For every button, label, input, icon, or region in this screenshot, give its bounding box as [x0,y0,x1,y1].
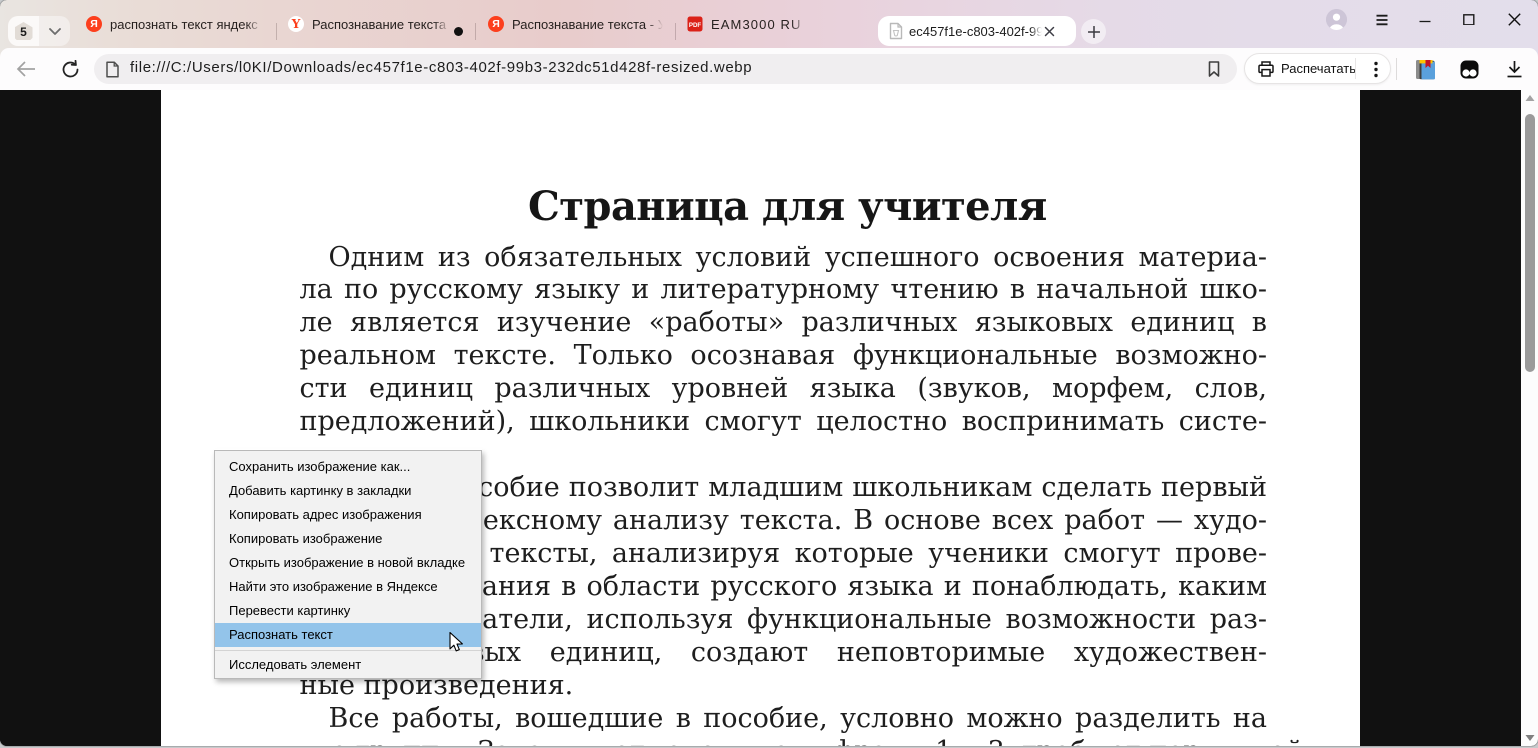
browser-window: 5 Я распознать текст яндекс - Y Распозна… [0,0,1538,746]
mask-icon [1460,60,1479,79]
bookmark-icon[interactable] [1205,60,1223,78]
browser-menu-button[interactable] [1376,13,1388,25]
print-button[interactable]: Распечатать [1244,53,1391,84]
context-menu-separator [215,650,481,651]
printer-icon [1258,61,1274,77]
yandex-letter: Я [90,18,98,30]
tab-3[interactable]: Я Распознавание текста - У [488,0,663,48]
active-tab[interactable]: ec457f1e-c803-402f-99 [878,16,1076,46]
maximize-icon [1463,13,1475,25]
back-arrow-icon [16,61,36,77]
tab-list-dropdown[interactable] [39,16,70,46]
tab-label: Распознавание текста [312,17,450,32]
context-menu-item[interactable]: Сохранить изображение как... [215,455,481,479]
print-divider [1355,58,1356,79]
user-avatar[interactable] [1326,9,1347,30]
minimize-button[interactable] [1408,0,1442,38]
url-text[interactable]: file:///C:/Users/l0KI/Downloads/ec457f1e… [130,59,752,76]
scan-text-line: Одним из обязательных условий успешного … [300,242,1268,275]
tab-label: распознать текст яндекс - [110,17,262,32]
tab-label: EAM3000 RU [711,17,807,32]
tab-divider [276,23,277,40]
context-menu-item[interactable]: Найти это изображение в Яндексе [215,575,481,599]
scan-text-line: ла по русскому языку и литературному чте… [300,274,1268,307]
person-icon [1326,9,1347,30]
scan-text-line: две группы. Задания, отмеченные цифрами … [300,736,1268,746]
print-label: Распечатать [1281,61,1356,76]
context-menu-item[interactable]: Открыть изображение в новой вкладке [215,551,481,575]
scan-text-line: реальном тексте. Только осознавая функци… [300,340,1268,373]
context-menu-item[interactable]: Копировать изображение [215,527,481,551]
url-bar[interactable]: file:///C:/Users/l0KI/Downloads/ec457f1e… [94,54,1237,84]
plus-icon [1088,26,1100,38]
minimize-icon [1419,13,1431,25]
tab-notification-dot [454,27,463,36]
tab-count: 5 [20,25,27,39]
close-window-button[interactable] [1497,0,1531,38]
mouse-cursor [449,632,468,654]
yandex-favicon: Я [488,16,504,32]
kebab-menu-icon[interactable] [1374,61,1378,78]
scan-text-line: сти единиц различных уровней языка (звук… [300,373,1268,406]
context-menu-item[interactable]: Распознать текст [215,623,481,647]
close-tab-icon[interactable] [1044,26,1055,37]
scan-page-title: Страница для учителя [528,187,1047,233]
tab-label: Распознавание текста - У [512,17,663,32]
tab-counter-button[interactable]: 5 [8,16,70,46]
context-menu-item[interactable]: Копировать адрес изображения [215,503,481,527]
scan-text-line: предложений), школьники смогут целостно … [300,406,1268,439]
close-icon [1508,13,1521,26]
page-file-icon [105,61,120,78]
scrollbar-thumb[interactable] [1525,114,1535,372]
vertical-scrollbar[interactable] [1521,90,1538,746]
scroll-up-icon[interactable] [1525,94,1535,102]
book-icon [1415,58,1436,80]
active-tab-label: ec457f1e-c803-402f-99 [909,24,1042,39]
new-tab-button[interactable] [1081,19,1106,44]
context-menu-item[interactable]: Перевести картинку [215,599,481,623]
pdf-favicon: PDF [687,16,703,32]
back-button[interactable] [14,56,38,82]
mask-extension-button[interactable] [1455,55,1483,83]
yandex-browser-favicon: Y [288,16,304,32]
scroll-down-icon[interactable] [1525,734,1535,742]
yandex-letter: Я [492,18,500,30]
download-icon [1506,60,1523,78]
yandex-browser-letter: Y [292,17,301,31]
scan-text-line: Все работы, вошедшие в пособие, условно … [300,703,1268,736]
tab-1[interactable]: Я распознать текст яндекс - [86,0,268,48]
context-menu-item[interactable]: Добавить картинку в закладки [215,479,481,503]
tab-divider [475,23,476,40]
yandex-favicon: Я [86,16,102,32]
reload-icon [61,60,80,79]
maximize-button[interactable] [1452,0,1486,38]
context-menu-item[interactable]: Исследовать элемент [215,653,481,677]
tab-2[interactable]: Y Распознавание текста [288,0,450,48]
scan-text-line: ле является изучение «работы» различных … [300,307,1268,340]
tab-divider [675,23,676,40]
downloads-button[interactable] [1500,55,1528,83]
tab-count-pentagon-icon: 5 [15,22,33,40]
tab-count-badge[interactable]: 5 [8,16,39,46]
bookmarks-extension-button[interactable] [1411,55,1439,83]
context-menu: Сохранить изображение как...Добавить кар… [214,450,482,679]
tab-4[interactable]: PDF EAM3000 RU [687,0,807,48]
address-toolbar: file:///C:/Users/l0KI/Downloads/ec457f1e… [0,48,1538,90]
reload-button[interactable] [58,56,82,82]
toolbar-divider [1396,58,1397,80]
pdf-badge-text: PDF [689,22,702,29]
webp-file-icon [888,22,904,40]
chevron-down-icon [49,28,61,35]
hamburger-icon [1376,14,1388,26]
